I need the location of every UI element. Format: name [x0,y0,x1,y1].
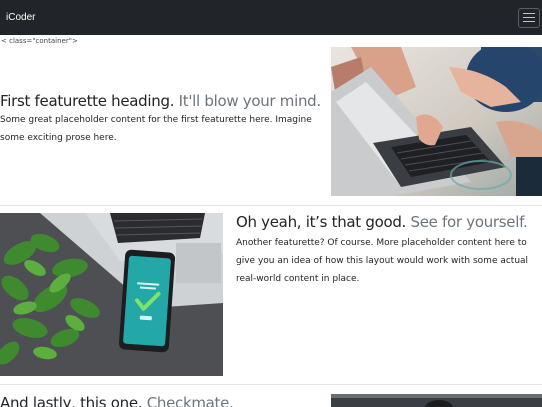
hamburger-icon[interactable] [518,7,540,28]
featurette-1-text: Some great placeholder content for the f… [0,115,312,143]
laptop-hands-photo [331,47,542,196]
featurette-divider-1 [0,205,542,206]
featurette-2-heading-main: Oh yeah, it’s that good. [236,213,407,231]
navbar-brand[interactable]: iCoder [6,12,35,23]
phone-plant-photo [0,213,223,376]
featurette-2-heading: Oh yeah, it’s that good. See for yoursel… [236,213,528,231]
featurette-3-heading-main: And lastly, this one. [0,394,143,407]
featurette-divider-2 [0,384,542,385]
featurette-3-heading: And lastly, this one. Checkmate. [0,394,234,407]
third-photo [331,393,542,407]
featurette-1-heading-main: First featurette heading. [0,92,175,110]
navbar: iCoder [0,0,542,35]
featurette-2-heading-muted: See for yourself. [410,213,528,231]
featurette-2-text: Another featurette? Of course. More plac… [236,238,529,284]
featurette-1-heading-muted: It'll blow your mind. [178,92,322,110]
featurette-1-heading: First featurette heading. It'll blow you… [0,92,321,110]
stray-markup-text: < class="container"> [1,37,78,45]
featurette-3-heading-muted: Checkmate. [146,394,234,407]
